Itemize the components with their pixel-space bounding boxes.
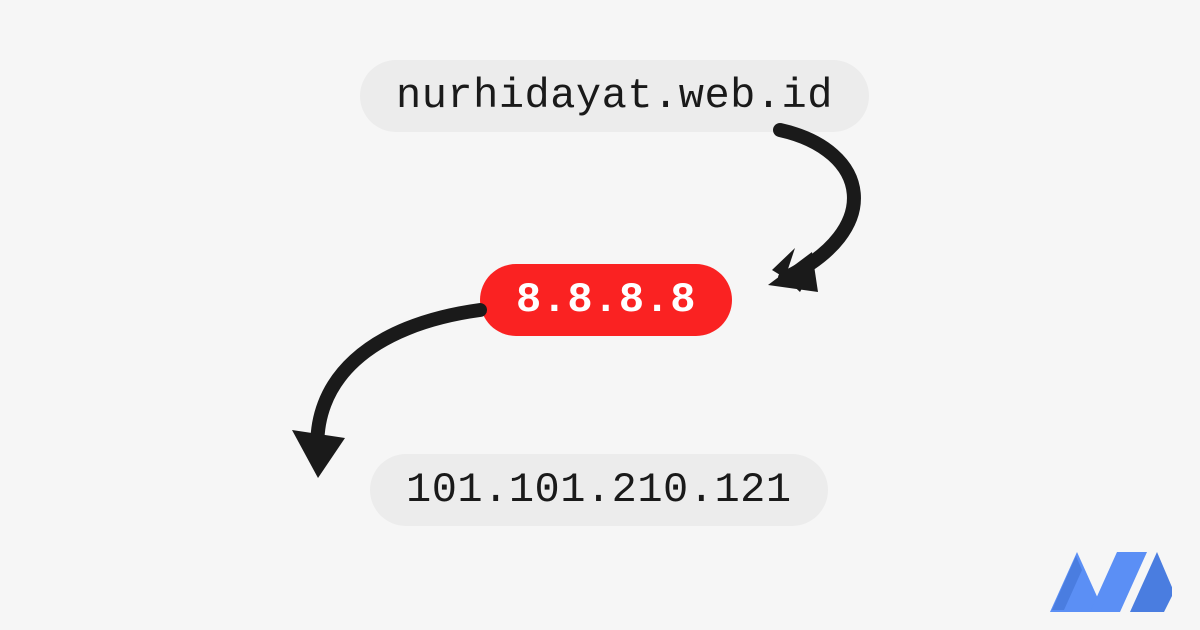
- dns-server-pill: 8.8.8.8: [480, 264, 732, 336]
- arrow-down-right-curve-icon: [720, 120, 900, 310]
- resolved-ip-pill: 101.101.210.121: [370, 454, 828, 526]
- domain-name-pill: nurhidayat.web.id: [360, 60, 869, 132]
- brand-n-logo: [1042, 542, 1172, 622]
